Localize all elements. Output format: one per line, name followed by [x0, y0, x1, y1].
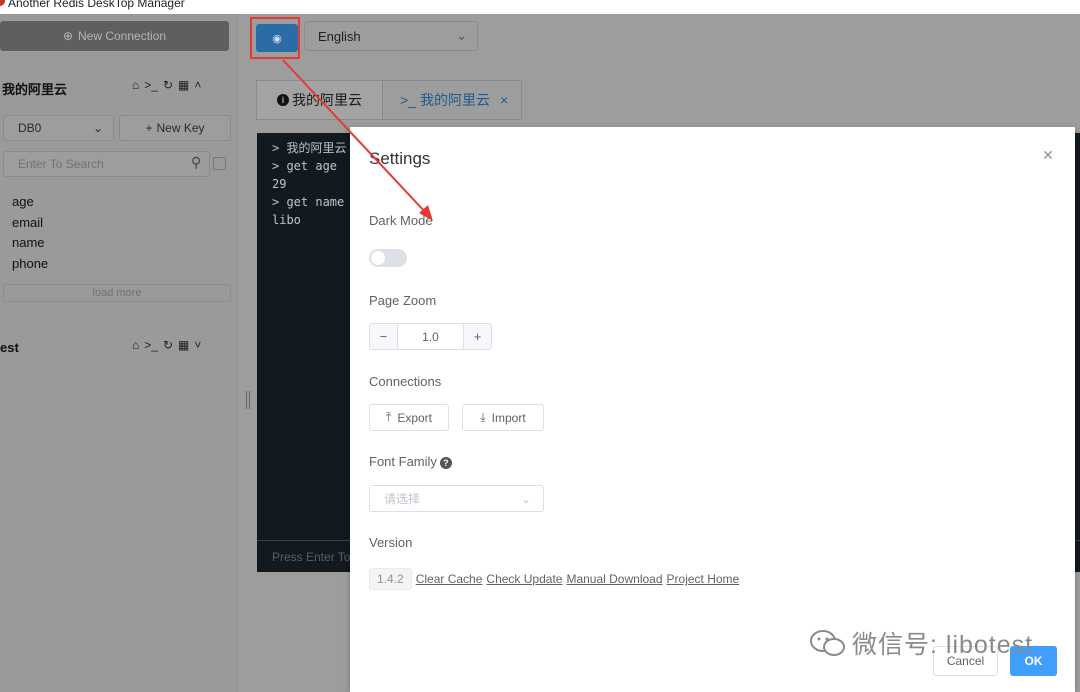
watermark: 微信号: libotest [808, 625, 1033, 661]
connection-name[interactable]: est [0, 340, 19, 355]
refresh-icon[interactable]: ↻ [163, 338, 173, 352]
exact-search-checkbox[interactable] [213, 157, 226, 170]
upload-icon: ⤒ [386, 410, 392, 424]
tab-label: 我的阿里云 [419, 92, 490, 108]
home-icon[interactable]: ⌂ [132, 78, 139, 92]
language-value: English [318, 28, 361, 44]
chevron-up-icon[interactable]: ˄ [194, 78, 201, 92]
connection-toolbar: ⌂ >_ ↻ ▦ ˄ [132, 78, 201, 92]
tab-bar: i 我的阿里云 >_ 我的阿里云 × [256, 80, 522, 120]
sidebar: ⊕ New Connection 我的阿里云 ⌂ >_ ↻ ▦ ˄ DB0 ⌄ … [0, 14, 238, 692]
chevron-down-icon[interactable]: ˅ [194, 338, 201, 352]
key-search-input[interactable]: Enter To Search [3, 151, 210, 177]
dialog-title: Settings [369, 149, 431, 168]
plus-icon: + [145, 121, 153, 135]
version-tag: 1.4.2 [369, 568, 412, 590]
tab-console[interactable]: >_ 我的阿里云 × [383, 80, 522, 120]
manual-download-link[interactable]: Manual Download [566, 572, 662, 586]
list-item[interactable]: name [12, 233, 48, 254]
chevron-down-icon: ⌄ [92, 121, 103, 135]
sidebar-resize-handle[interactable] [246, 391, 250, 409]
import-label: Import [491, 410, 526, 425]
new-key-button[interactable]: + New Key [119, 115, 231, 141]
terminal-icon[interactable]: >_ [144, 338, 158, 352]
console-line: > 我的阿里云 [272, 141, 347, 155]
info-circle-icon: i [277, 94, 289, 106]
search-icon[interactable]: ⚲ [191, 154, 201, 171]
import-button[interactable]: ⤓ Import [462, 404, 544, 431]
annotation-highlight-box [250, 17, 300, 59]
zoom-increase-button[interactable]: + [463, 324, 491, 349]
list-item[interactable]: phone [12, 254, 48, 275]
console-output: > 我的阿里云 > get age 29 > get name libo [272, 139, 346, 229]
home-icon[interactable]: ⌂ [132, 338, 139, 352]
connection-toolbar: ⌂ >_ ↻ ▦ ˅ [132, 338, 201, 352]
terminal-icon[interactable]: >_ [144, 78, 158, 92]
clear-cache-link[interactable]: Clear Cache [416, 572, 483, 586]
language-select[interactable]: English ⌄ [304, 21, 478, 51]
dark-mode-toggle[interactable] [369, 249, 407, 267]
new-connection-label: New Connection [78, 29, 167, 43]
help-icon[interactable]: ? [439, 456, 452, 469]
settings-dialog: Settings ✕ Dark Mode Page Zoom − 1.0 + C… [350, 127, 1075, 692]
console-line: libo [272, 213, 301, 227]
zoom-decrease-button[interactable]: − [370, 324, 398, 349]
font-family-row: Font Family? [369, 454, 452, 469]
zoom-value-input[interactable]: 1.0 [398, 324, 463, 349]
watermark-text: 微信号: libotest [852, 631, 1034, 659]
chevron-down-icon: ⌄ [520, 491, 531, 506]
connection-name[interactable]: 我的阿里云 [2, 79, 67, 98]
console-line: 29 [272, 177, 287, 191]
project-home-link[interactable]: Project Home [667, 572, 740, 586]
font-family-select[interactable]: 请选择 ⌄ [369, 485, 544, 512]
load-more-button[interactable]: load more [3, 284, 231, 302]
new-connection-button[interactable]: ⊕ New Connection [0, 21, 229, 51]
console-line: > get age [272, 159, 338, 173]
search-placeholder: Enter To Search [18, 157, 104, 171]
plus-circle-icon: ⊕ [62, 29, 73, 43]
key-list: age email name phone [12, 192, 48, 274]
chevron-down-icon: ⌄ [456, 28, 467, 43]
font-family-label: Font Family [369, 454, 437, 469]
close-icon[interactable]: ✕ [1040, 147, 1056, 163]
connections-label: Connections [369, 374, 442, 389]
db-select-value: DB0 [18, 121, 42, 135]
check-update-link[interactable]: Check Update [486, 572, 562, 586]
refresh-icon[interactable]: ↻ [163, 78, 173, 92]
new-key-label: New Key [156, 121, 205, 135]
page-zoom-label: Page Zoom [369, 293, 437, 308]
version-label: Version [369, 535, 413, 550]
terminal-icon: >_ [400, 92, 416, 108]
dark-mode-label: Dark Mode [369, 213, 433, 228]
console-placeholder: Press Enter To [272, 549, 351, 564]
console-line: > get name [272, 195, 345, 209]
grid-icon[interactable]: ▦ [178, 78, 189, 92]
close-icon[interactable]: × [500, 92, 508, 108]
version-row: 1.4.2 Clear Cache Check Update Manual Do… [369, 568, 739, 590]
toggle-knob [371, 251, 385, 265]
app-logo-icon [0, 0, 5, 6]
tab-connection-status[interactable]: i 我的阿里云 [256, 80, 383, 120]
download-icon: ⤓ [480, 410, 486, 424]
zoom-stepper: − 1.0 + [369, 323, 492, 350]
window-titlebar: Another Redis DeskTop Manager [0, 0, 1080, 14]
grid-icon[interactable]: ▦ [178, 338, 189, 352]
window-title: Another Redis DeskTop Manager [8, 0, 185, 10]
wechat-logo-icon [810, 630, 845, 656]
export-button[interactable]: ⤒ Export [369, 404, 449, 431]
tab-label: 我的阿里云 [292, 92, 362, 108]
list-item[interactable]: age [12, 192, 48, 213]
font-placeholder: 请选择 [384, 492, 421, 506]
export-label: Export [397, 410, 432, 425]
list-item[interactable]: email [12, 213, 48, 234]
db-select[interactable]: DB0 ⌄ [3, 115, 114, 141]
